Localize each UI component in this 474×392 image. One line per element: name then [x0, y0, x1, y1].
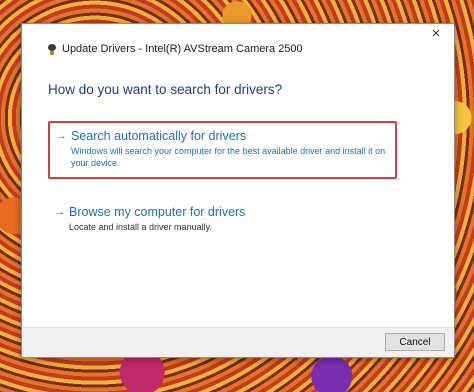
search-automatically-label: Search automatically for drivers	[71, 129, 247, 143]
dialog-title: Update Drivers - Intel(R) AVStream Camer…	[62, 43, 303, 55]
arrow-right-icon: →	[54, 206, 65, 218]
close-icon[interactable]: ×	[428, 26, 444, 42]
option-head: → Search automatically for drivers	[56, 129, 389, 143]
dialog-title-bar: Update Drivers - Intel(R) AVStream Camer…	[48, 43, 303, 55]
dialog-footer: Cancel	[22, 327, 454, 357]
camera-device-icon	[48, 43, 56, 55]
cancel-button[interactable]: Cancel	[385, 333, 445, 351]
search-question-heading: How do you want to search for drivers?	[48, 82, 283, 97]
search-automatically-description: Windows will search your computer for th…	[71, 146, 386, 168]
arrow-right-icon: →	[56, 130, 67, 142]
option-head: → Browse my computer for drivers	[54, 205, 387, 219]
browse-computer-option[interactable]: → Browse my computer for drivers Locate …	[48, 199, 393, 241]
browse-computer-description: Locate and install a driver manually.	[69, 222, 212, 232]
search-automatically-option[interactable]: → Search automatically for drivers Windo…	[48, 121, 397, 179]
browse-computer-label: Browse my computer for drivers	[69, 205, 246, 219]
update-drivers-dialog: × Update Drivers - Intel(R) AVStream Cam…	[21, 23, 455, 358]
